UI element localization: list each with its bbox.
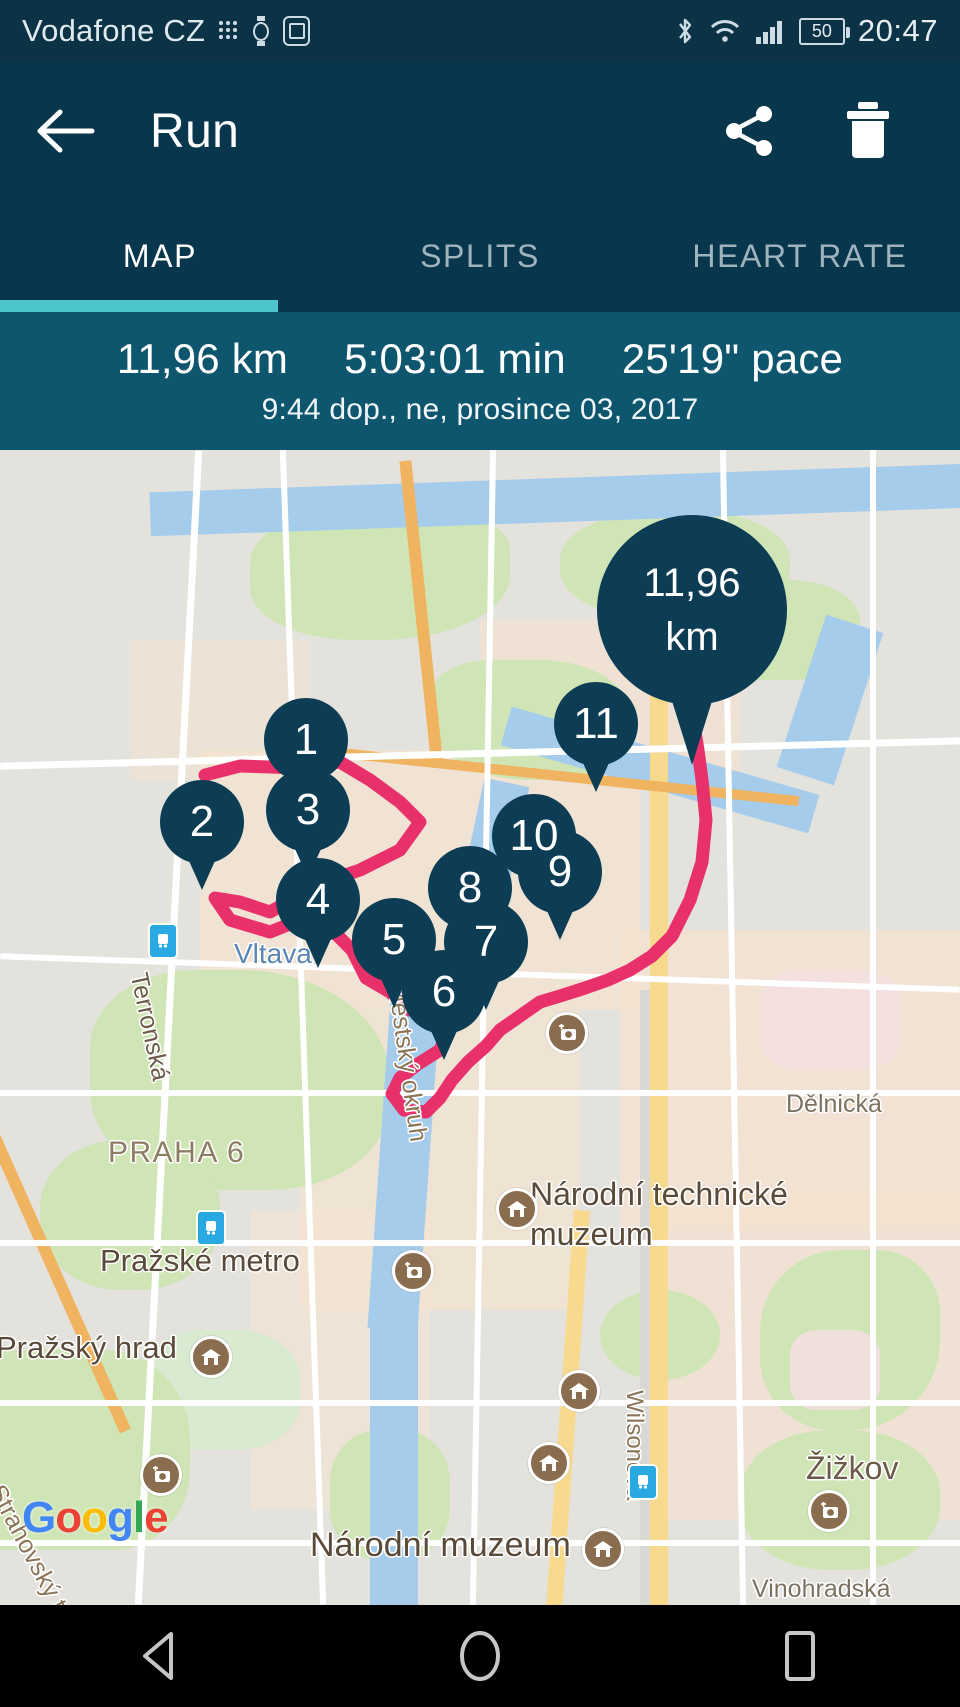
map-label-zizkov: Žižkov [806, 1450, 899, 1486]
museum-poi-icon[interactable] [496, 1188, 538, 1230]
recents-square-icon [785, 1631, 815, 1681]
museum-poi-icon[interactable] [558, 1370, 600, 1412]
run-summary-row: 11,96 km 5:03:01 min 25'19" pace [0, 335, 960, 383]
google-logo-letter: o [55, 1493, 82, 1542]
delete-button[interactable] [838, 101, 898, 161]
dots-icon [217, 18, 239, 44]
tab-heart-rate-label: HEART RATE [692, 237, 908, 274]
tab-active-indicator [0, 300, 278, 312]
battery-icon: 50 [798, 17, 850, 45]
km-marker-4[interactable]: 4 [276, 858, 360, 968]
carrier-label: Vodafone CZ [22, 13, 206, 48]
tab-heart-rate[interactable]: HEART RATE [640, 200, 960, 312]
google-logo-letter: g [107, 1493, 134, 1542]
signal-icon [755, 20, 782, 44]
arrow-left-icon [37, 109, 95, 153]
nav-home-button[interactable] [425, 1616, 535, 1696]
clock-label: 20:47 [857, 13, 938, 48]
app-bar: Run [0, 62, 960, 200]
marker-label: 2 [189, 797, 215, 846]
rail-station-icon[interactable] [196, 1210, 226, 1246]
status-bar-right: 50 20:47 [674, 13, 938, 49]
marker-label: 3 [295, 785, 321, 834]
rail-station-icon[interactable] [628, 1464, 658, 1500]
finish-marker-value: 11,96 [643, 561, 741, 605]
battery-level: 50 [811, 20, 832, 41]
tab-splits[interactable]: SPLITS [320, 200, 640, 312]
map-label-praha-6: PRAHA 6 [108, 1136, 246, 1169]
nav-recents-button[interactable] [745, 1616, 855, 1696]
camera-poi-icon[interactable] [392, 1250, 434, 1292]
map-label-narodni-muzeum: Národní muzeum [310, 1526, 571, 1564]
google-logo-letter: o [81, 1493, 108, 1542]
museum-poi-icon[interactable] [528, 1442, 570, 1484]
back-triangle-icon [143, 1632, 173, 1680]
run-summary-bar: 11,96 km 5:03:01 min 25'19" pace 9:44 do… [0, 312, 960, 450]
status-bar: Vodafone CZ 50 20:47 [0, 0, 960, 62]
back-button[interactable] [36, 100, 98, 162]
stat-date: 9:44 dop., ne, prosince 03, 2017 [261, 393, 699, 426]
google-logo-letter: l [132, 1493, 145, 1542]
page-title: Run [150, 104, 240, 158]
home-circle-icon [460, 1631, 500, 1681]
rail-station-icon[interactable] [148, 923, 178, 959]
app-bar-actions [720, 101, 898, 161]
camera-poi-icon[interactable] [546, 1012, 588, 1054]
stat-duration: 5:03:01 min [344, 335, 566, 382]
status-bar-left: Vodafone CZ [22, 13, 311, 49]
app-icon [283, 16, 311, 46]
tab-bar: MAP SPLITS HEART RATE [0, 200, 960, 312]
wifi-icon [710, 20, 740, 42]
camera-poi-icon[interactable] [140, 1454, 182, 1496]
km-marker-2[interactable]: 2 [160, 780, 244, 890]
map-label-vinohradska: Vinohradská [752, 1575, 891, 1603]
nav-back-button[interactable] [105, 1616, 215, 1696]
map-view[interactable]: Vltava Terronská Městský okruh PRAHA 6 D… [0, 450, 960, 1605]
android-nav-bar [0, 1605, 960, 1707]
share-button[interactable] [720, 101, 780, 161]
finish-marker-unit: km [665, 615, 719, 659]
map-label-delnicka: Dělnická [786, 1090, 882, 1118]
camera-poi-icon[interactable] [808, 1490, 850, 1532]
museum-poi-icon[interactable] [582, 1528, 624, 1570]
museum-poi-icon[interactable] [190, 1336, 232, 1378]
map-label-narodni-technicke-muzeum: Národní technické muzeum [530, 1176, 788, 1252]
google-logo: Google [22, 1493, 169, 1543]
marker-label: 4 [305, 875, 331, 924]
watch-icon [251, 16, 271, 46]
tab-splits-label: SPLITS [420, 237, 540, 274]
share-icon [726, 106, 772, 156]
marker-label: 10 [509, 811, 559, 860]
bluetooth-icon [678, 18, 692, 44]
km-marker-11[interactable]: 11 [554, 682, 638, 792]
stat-pace: 25'19" pace [621, 335, 844, 382]
map-label-prazsky-hrad: Pražský hrad [0, 1330, 177, 1365]
phone-screen: Vodafone CZ 50 20:47 Run MAP SPLITS HEAR… [0, 0, 960, 1707]
tab-map-label: MAP [122, 237, 198, 274]
trash-icon [847, 102, 889, 158]
finish-marker-text: 11,96 km [597, 515, 787, 705]
stat-distance: 11,96 km [116, 335, 289, 382]
tab-map[interactable]: MAP [0, 200, 320, 312]
google-logo-letter: G [22, 1493, 56, 1542]
map-tiles: Vltava Terronská Městský okruh PRAHA 6 D… [0, 450, 960, 1605]
google-logo-letter: e [144, 1493, 169, 1542]
map-label-prazske-metro: Pražské metro [100, 1243, 300, 1278]
marker-label: 11 [573, 699, 619, 748]
